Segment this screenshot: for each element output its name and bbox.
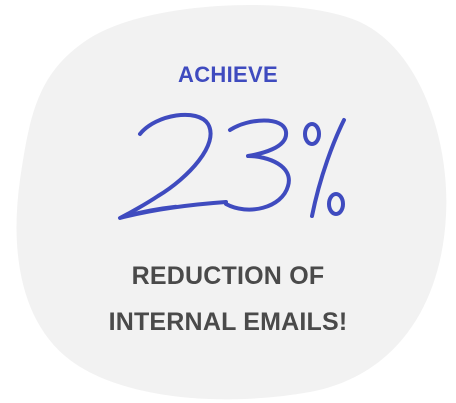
stat-value: 23% bbox=[0, 96, 456, 226]
headline: ACHIEVE bbox=[178, 62, 278, 87]
handwritten-23-percent-icon bbox=[118, 112, 346, 220]
stat-caption-line-1: REDUCTION OF bbox=[131, 262, 325, 290]
stat-card: ACHIEVE 23% REDUCTION OF INTERNAL EMAILS… bbox=[0, 0, 456, 403]
stat-caption-line-2: INTERNAL EMAILS! bbox=[108, 308, 348, 336]
